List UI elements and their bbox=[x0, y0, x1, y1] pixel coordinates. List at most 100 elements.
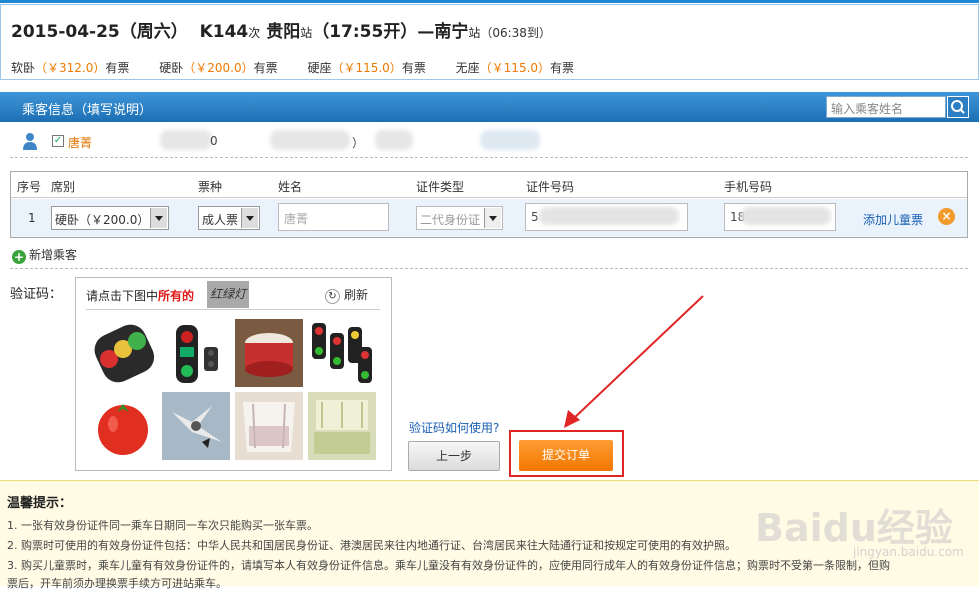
passenger-info-bar: 乘客信息（填写说明） 输入乘客姓名 bbox=[0, 92, 979, 122]
captcha-image-traffic-light[interactable] bbox=[89, 319, 157, 387]
chevron-down-icon bbox=[241, 208, 258, 228]
baidu-watermark: Baidu经验 bbox=[755, 506, 953, 550]
captcha-image-bed[interactable] bbox=[235, 392, 303, 460]
saved-passenger-name[interactable]: 唐菁 bbox=[68, 134, 92, 151]
col-seat: 席别 bbox=[51, 180, 76, 194]
seat-hard-sleeper: 硬卧（￥200.0）有票 bbox=[159, 59, 277, 76]
name-input[interactable]: 唐菁 bbox=[278, 203, 389, 231]
passenger-table: 序号 席别 票种 姓名 证件类型 证件号码 手机号码 1 硬卧（￥200.0） … bbox=[10, 171, 968, 238]
train-suffix: 次 bbox=[248, 26, 261, 40]
captcha-help-link[interactable]: 验证码如何使用? bbox=[409, 419, 499, 436]
captcha-panel: 请点击下图中所有的 红绿灯 ↻ 刷新 bbox=[75, 277, 392, 471]
tip-line: 票后，开车前须办理换票手续方可进站乘车。 bbox=[7, 577, 227, 590]
captcha-image-traffic-lights-multi[interactable] bbox=[308, 319, 376, 387]
bed-icon bbox=[235, 392, 303, 460]
captcha-prompt: 请点击下图中所有的 bbox=[86, 287, 194, 304]
seat-select[interactable]: 硬卧（￥200.0） bbox=[51, 206, 169, 230]
divider bbox=[10, 268, 968, 269]
col-name: 姓名 bbox=[278, 180, 303, 194]
tip-line: 2. 购票时可使用的有效身份证件包括：中华人民共和国居民身份证、港澳居民来往内地… bbox=[7, 539, 736, 552]
traffic-light-icon bbox=[308, 319, 376, 387]
to-station: 南宁 bbox=[434, 22, 469, 42]
traffic-light-icon bbox=[162, 319, 230, 387]
train-number: K144 bbox=[199, 22, 249, 42]
captcha-target-word: 红绿灯 bbox=[207, 281, 249, 308]
seat-name: 软卧 bbox=[11, 61, 36, 75]
tips-title: 温馨提示： bbox=[7, 496, 73, 511]
from-station: 贵阳 bbox=[266, 22, 301, 42]
col-ticket-type: 票种 bbox=[198, 180, 223, 194]
ticket-type-select[interactable]: 成人票 bbox=[198, 206, 260, 230]
ticket-type-value: 成人票 bbox=[202, 213, 239, 227]
user-icon bbox=[23, 133, 37, 150]
id-number-value: 5 bbox=[531, 210, 539, 224]
passenger-fragment: ） bbox=[352, 136, 365, 150]
seat-name: 硬座 bbox=[307, 61, 332, 75]
submit-order-button[interactable]: 提交订单 bbox=[519, 440, 613, 471]
add-passenger-label: 新增乘客 bbox=[29, 248, 78, 262]
seat-no-seat: 无座（￥115.0）有票 bbox=[456, 59, 574, 76]
seat-price: （￥200.0） bbox=[183, 61, 254, 75]
tomato-icon bbox=[89, 392, 157, 460]
plus-icon: + bbox=[12, 250, 26, 264]
top-strip bbox=[0, 0, 979, 3]
chevron-down-icon bbox=[484, 208, 501, 228]
trip-date: 2015-04-25（周六） bbox=[11, 22, 188, 42]
refresh-label: 刷新 bbox=[344, 288, 369, 302]
refresh-icon: ↻ bbox=[325, 289, 340, 304]
blurred-phone bbox=[741, 207, 831, 225]
watermark-url: jingyan.baidu.com bbox=[853, 545, 964, 559]
trip-info-panel: 2015-04-25（周六） K144次 贵阳站（17:55开）—南宁站（06:… bbox=[0, 4, 979, 80]
bird-icon bbox=[162, 392, 230, 460]
row-index: 1 bbox=[28, 211, 36, 225]
seat-price: （￥115.0） bbox=[479, 61, 551, 75]
route-dash: — bbox=[417, 22, 435, 42]
seat-hard-seat: 硬座（￥115.0）有票 bbox=[307, 59, 425, 76]
chevron-down-icon bbox=[150, 208, 167, 228]
seat-status: 有票 bbox=[401, 61, 426, 75]
captcha-refresh-button[interactable]: ↻ 刷新 bbox=[325, 286, 368, 304]
seat-soft-sleeper: 软卧（￥312.0）有票 bbox=[11, 59, 129, 76]
seat-price: （￥312.0） bbox=[35, 61, 106, 75]
blurred-passenger bbox=[480, 130, 540, 150]
blurred-passenger bbox=[160, 130, 212, 150]
table-header: 序号 席别 票种 姓名 证件类型 证件号码 手机号码 bbox=[11, 172, 967, 198]
id-type-select[interactable]: 二代身份证 bbox=[416, 206, 503, 230]
drum-icon bbox=[235, 319, 303, 387]
passenger-info-title[interactable]: 乘客信息（填写说明） bbox=[22, 99, 152, 118]
tip-line: 1. 一张有效身份证件同一乘车日期同一车次只能购买一张车票。 bbox=[7, 519, 318, 532]
captcha-image-traffic-light[interactable] bbox=[162, 319, 230, 387]
seat-select-value: 硬卧（￥200.0） bbox=[55, 213, 150, 227]
delete-icon[interactable]: × bbox=[938, 208, 955, 225]
col-id-number: 证件号码 bbox=[526, 180, 575, 194]
seat-status: 有票 bbox=[105, 61, 130, 75]
add-passenger-button[interactable]: + 新增乘客 bbox=[12, 246, 77, 264]
seat-name: 无座 bbox=[455, 61, 480, 75]
add-child-ticket-link[interactable]: 添加儿童票 bbox=[863, 211, 923, 228]
col-phone: 手机号码 bbox=[724, 180, 773, 194]
blurred-passenger bbox=[375, 130, 413, 150]
captcha-image-room[interactable] bbox=[308, 392, 376, 460]
id-type-value: 二代身份证 bbox=[420, 213, 481, 227]
passenger-fragment: 0 bbox=[210, 134, 218, 148]
captcha-image-tomato[interactable] bbox=[89, 392, 157, 460]
seat-name: 硬卧 bbox=[159, 61, 184, 75]
captcha-image-birds[interactable] bbox=[162, 392, 230, 460]
blurred-passenger bbox=[270, 130, 350, 150]
seat-availability: 软卧（￥312.0）有票 硬卧（￥200.0）有票 硬座（￥115.0）有票 无… bbox=[11, 59, 600, 76]
passenger-search-input[interactable]: 输入乘客姓名 bbox=[826, 96, 946, 118]
to-suffix: 站 bbox=[468, 26, 481, 40]
prev-step-button[interactable]: 上一步 bbox=[408, 441, 500, 471]
passenger-checkbox[interactable]: ✓ bbox=[52, 135, 64, 147]
seat-status: 有票 bbox=[253, 61, 278, 75]
depart-time: （17:55开） bbox=[312, 22, 418, 42]
blurred-id bbox=[539, 207, 679, 225]
search-button[interactable] bbox=[947, 96, 969, 118]
captcha-image-drum[interactable] bbox=[235, 319, 303, 387]
saved-passenger-list: ✓ 唐菁 0 ） bbox=[10, 126, 968, 158]
search-icon bbox=[951, 100, 965, 114]
captcha-prompt-highlight: 所有的 bbox=[158, 289, 195, 303]
seat-price: （￥115.0） bbox=[331, 61, 402, 75]
seat-status: 有票 bbox=[550, 61, 575, 75]
col-id-type: 证件类型 bbox=[416, 180, 465, 194]
